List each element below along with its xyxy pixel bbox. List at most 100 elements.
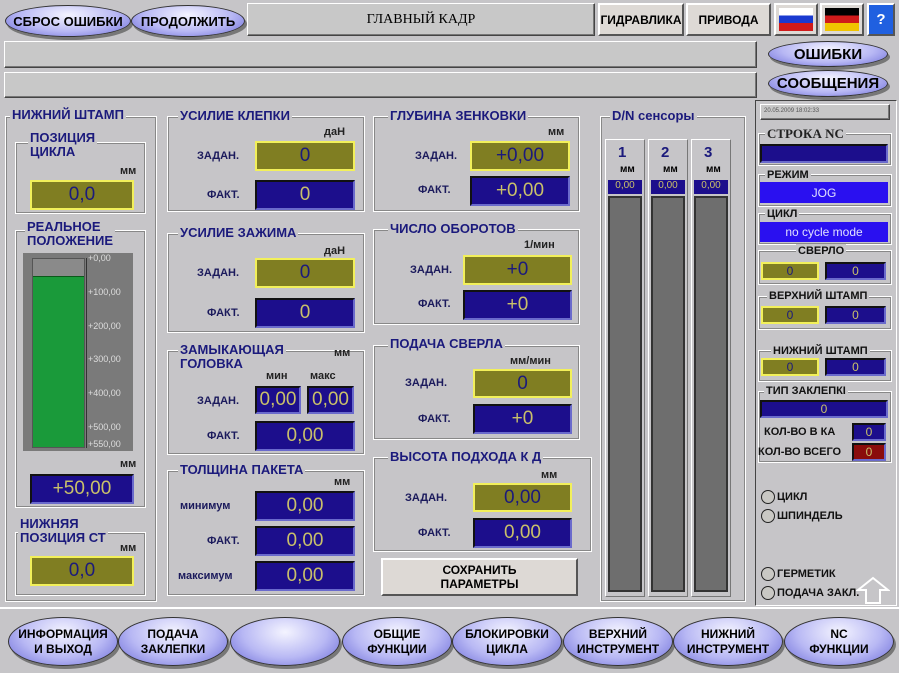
- indicator-lamp-icon: [761, 509, 775, 523]
- drill-feed-actual-field: +0: [473, 404, 572, 434]
- title-line: РЕАЛЬНОЕ: [27, 219, 101, 234]
- indicator-lamp-icon: [761, 586, 775, 600]
- mode-field: JOG: [760, 182, 888, 203]
- unit-label: мм: [334, 476, 351, 488]
- lower-position-field[interactable]: 0,0: [30, 556, 134, 586]
- button-line: ВЕРХНИЙ: [588, 626, 648, 641]
- set-label: ЗАДАН.: [405, 492, 448, 504]
- set-label: ЗАДАН.: [405, 377, 448, 389]
- actual-label: ФАКТ.: [207, 535, 240, 547]
- stack-min-field[interactable]: 0,00: [255, 491, 355, 521]
- stack-max-field[interactable]: 0,00: [255, 561, 355, 591]
- arrow-up-icon[interactable]: [856, 576, 890, 604]
- button-line: ИНСТРУМЕНТ: [686, 641, 770, 656]
- german-flag-button[interactable]: [820, 3, 864, 36]
- bottom-menu-button[interactable]: NC ФУНКЦИИ: [784, 617, 894, 666]
- closing-head-min-field[interactable]: 0,00: [255, 386, 301, 414]
- clamp-force-title: УСИЛИЕ ЗАЖИМА: [178, 225, 299, 240]
- messages-button[interactable]: СООБЩЕНИЯ: [768, 70, 888, 97]
- unit-label: мм: [120, 458, 137, 470]
- gauge-tick-label: +400,00: [88, 388, 121, 399]
- spindle-indicator: ШПИНДЕЛЬ: [761, 509, 843, 523]
- bottom-menu-button[interactable]: [230, 617, 340, 666]
- approach-height-actual-field: 0,00: [473, 518, 572, 548]
- countersink-title: ГЛУБИНА ЗЕНКОВКИ: [388, 108, 529, 123]
- button-line: БЛОКИРОВКИ: [465, 626, 549, 641]
- maximum-label: максимум: [178, 570, 233, 582]
- drill-feed-set-field[interactable]: 0: [473, 369, 572, 398]
- lower-die-status-title: НИЖНИЙ ШТАМП: [771, 344, 870, 358]
- button-line: ИНСТРУМЕНТ: [576, 641, 660, 656]
- gauge-track: [32, 258, 85, 448]
- button-line: ОБЩИЕ: [373, 626, 421, 641]
- set-label: ЗАДАН.: [197, 267, 240, 279]
- real-position-title: РЕАЛЬНОЕ ПОЛОЖЕНИЕ: [25, 219, 116, 248]
- german-flag-icon: [825, 8, 859, 31]
- position-gauge: +0,00 +100,00 +200,00 +300,00 +400,00 +500,00…: [23, 253, 133, 451]
- rpm-title: ЧИСЛО ОБОРОТОВ: [388, 221, 518, 236]
- approach-height-set-field[interactable]: 0,00: [473, 483, 572, 512]
- unit-label: даН: [324, 126, 346, 138]
- rivet-feed-indicator: ПОДАЧА ЗАКЛ.: [761, 586, 859, 600]
- count-ka-label: КОЛ-ВО В КА: [764, 426, 836, 438]
- russian-flag-button[interactable]: [774, 3, 818, 36]
- button-line: ИНФОРМАЦИЯ: [18, 626, 108, 641]
- screen-title: ГЛАВНЫЙ КАДР: [247, 3, 595, 36]
- unit-label: мм: [620, 164, 635, 175]
- title-line: ПОЗИЦИЯ: [30, 130, 96, 145]
- closing-head-max-field[interactable]: 0,00: [307, 386, 354, 414]
- countersink-set-field[interactable]: +0,00: [470, 141, 570, 171]
- bottom-menu-button[interactable]: ПОДАЧА ЗАКЛЕПКИ: [118, 617, 228, 666]
- real-position-field: +50,00: [30, 474, 134, 504]
- errors-button[interactable]: ОШИБКИ: [768, 41, 888, 67]
- gauge-tick-label: +300,00: [88, 354, 121, 365]
- dn-sensors-title: D/N сенсоры: [610, 108, 697, 123]
- bottom-menu-button[interactable]: НИЖНИЙ ИНСТРУМЕНТ: [673, 617, 783, 666]
- timestamp: 20.05.2009 18:02:33: [760, 104, 890, 120]
- message-line-2: [4, 72, 757, 98]
- unit-label: 1/мин: [524, 239, 555, 251]
- approach-height-title: ВЫСОТА ПОДХОДА К Д: [388, 449, 544, 464]
- hydraulics-button[interactable]: ГИДРАВЛИКА: [598, 3, 684, 36]
- actual-label: ФАКТ.: [207, 189, 240, 201]
- help-button[interactable]: ?: [867, 3, 895, 36]
- title-line: ПОЛОЖЕНИЕ: [27, 233, 114, 248]
- message-line-1: [4, 41, 757, 68]
- unit-label: мм: [120, 542, 137, 554]
- rivet-force-actual-field: 0: [255, 180, 355, 210]
- drill-feed-title: ПОДАЧА СВЕРЛА: [388, 336, 505, 351]
- lower-die-actual-field: 0: [825, 358, 886, 376]
- button-line: И ВЫХОД: [34, 641, 92, 656]
- drill-actual-field: 0: [825, 262, 886, 280]
- sealant-indicator: ГЕРМЕТИК: [761, 567, 836, 581]
- bottom-menu-button[interactable]: ВЕРХНИЙ ИНСТРУМЕНТ: [563, 617, 673, 666]
- rivet-force-title: УСИЛИЕ КЛЕПКИ: [178, 108, 292, 123]
- bottom-menu-button[interactable]: ОБЩИЕ ФУНКЦИИ: [342, 617, 452, 666]
- actual-label: ФАКТ.: [207, 307, 240, 319]
- set-label: ЗАДАН.: [415, 150, 458, 162]
- save-parameters-button[interactable]: СОХРАНИТЬ ПАРАМЕТРЫ: [381, 558, 578, 596]
- unit-label: мм: [541, 469, 558, 481]
- set-label: ЗАДАН.: [410, 264, 453, 276]
- max-label: макс: [310, 370, 336, 382]
- button-line: ПАРАМЕТРЫ: [440, 577, 519, 591]
- cycle-position-field[interactable]: 0,0: [30, 180, 134, 210]
- title-line: ЦИКЛА: [30, 144, 76, 159]
- button-line: NC: [830, 626, 848, 641]
- button-line: ФУНКЦИИ: [809, 641, 869, 656]
- reset-errors-button[interactable]: СБРОС ОШИБКИ: [5, 5, 131, 37]
- count-total-label: КОЛ-ВО ВСЕГО: [758, 446, 842, 458]
- dn-sensor-column: 3 мм 0,00: [691, 139, 731, 597]
- min-label: мин: [266, 370, 288, 382]
- bottom-menu-button[interactable]: ИНФОРМАЦИЯ И ВЫХОД: [8, 617, 118, 666]
- continue-button[interactable]: ПРОДОЛЖИТЬ: [131, 5, 245, 37]
- countersink-actual-field: +0,00: [470, 176, 570, 206]
- clamp-force-set-field[interactable]: 0: [255, 258, 355, 288]
- rpm-set-field[interactable]: +0: [463, 255, 572, 285]
- unit-label: мм: [548, 126, 565, 138]
- rivet-force-set-field[interactable]: 0: [255, 141, 355, 171]
- bottom-menu-button[interactable]: БЛОКИРОВКИ ЦИКЛА: [452, 617, 562, 666]
- russian-flag-icon: [779, 8, 813, 31]
- drives-button[interactable]: ПРИВОДА: [686, 3, 771, 36]
- drill-set-field: 0: [761, 262, 819, 280]
